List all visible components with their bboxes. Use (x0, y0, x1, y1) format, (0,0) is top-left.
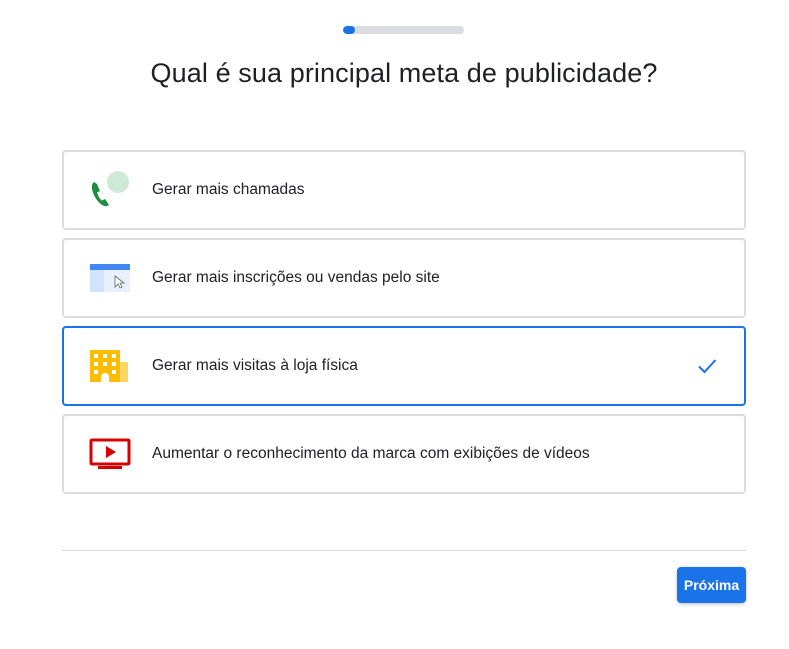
footer-divider (62, 550, 746, 551)
phone-call-icon (88, 170, 132, 210)
progress-bar-fill (343, 26, 356, 34)
progress-bar (343, 26, 464, 34)
option-website-label: Gerar mais inscrições ou vendas pelo sit… (152, 269, 440, 286)
option-brand-awareness-label: Aumentar o reconhecimento da marca com e… (152, 445, 590, 462)
video-play-icon (88, 434, 132, 474)
checkmark-icon (696, 355, 718, 377)
page-title: Qual é sua principal meta de publicidade… (150, 58, 658, 88)
next-button[interactable]: Próxima (677, 567, 746, 603)
option-calls-label: Gerar mais chamadas (152, 181, 305, 198)
goal-options: Gerar mais chamadas Gerar mais inscriçõe… (62, 150, 746, 502)
option-website[interactable]: Gerar mais inscrições ou vendas pelo sit… (62, 238, 746, 318)
website-click-icon (88, 258, 132, 298)
option-brand-awareness[interactable]: Aumentar o reconhecimento da marca com e… (62, 414, 746, 494)
store-building-icon (88, 346, 132, 386)
option-store-visits-label: Gerar mais visitas à loja física (152, 357, 358, 374)
option-store-visits[interactable]: Gerar mais visitas à loja física (62, 326, 746, 406)
option-calls[interactable]: Gerar mais chamadas (62, 150, 746, 230)
